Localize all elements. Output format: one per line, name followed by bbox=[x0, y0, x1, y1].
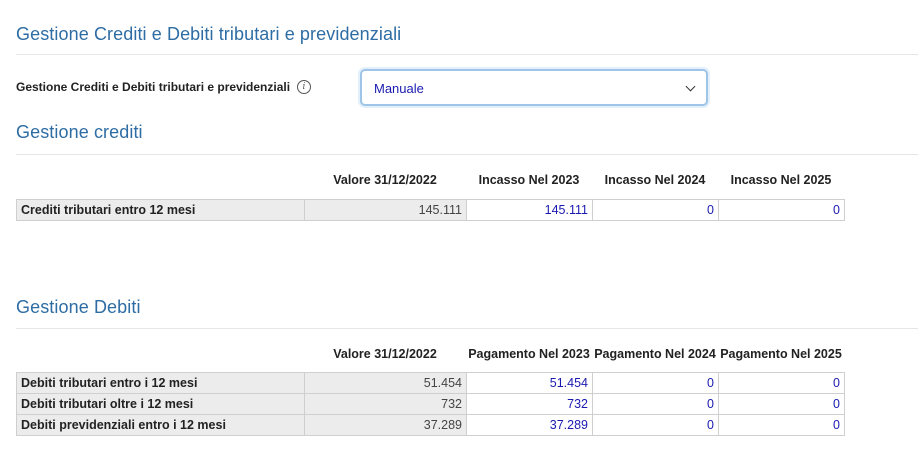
divider bbox=[16, 328, 918, 329]
pagamento-2025-input[interactable]: 0 bbox=[718, 414, 845, 436]
table-row: Debiti previdenziali entro i 12 mesi 37.… bbox=[16, 414, 845, 436]
pagamento-2023-input[interactable]: 732 bbox=[466, 393, 593, 415]
row-label: Debiti previdenziali entro i 12 mesi bbox=[16, 414, 305, 436]
incasso-2024-input[interactable]: 0 bbox=[592, 199, 719, 221]
debiti-header-2025: Pagamento Nel 2025 bbox=[720, 347, 842, 361]
select-value: Manuale bbox=[374, 81, 424, 96]
pagamento-2024-input[interactable]: 0 bbox=[592, 414, 719, 436]
gestione-select[interactable]: Manuale bbox=[360, 69, 708, 106]
row-label: Crediti tributari entro 12 mesi bbox=[16, 199, 305, 221]
incasso-2025-input[interactable]: 0 bbox=[718, 199, 845, 221]
chevron-down-icon bbox=[685, 81, 696, 92]
crediti-header-valore: Valore 31/12/2022 bbox=[333, 173, 437, 187]
divider bbox=[16, 54, 918, 55]
table-row: Debiti tributari entro i 12 mesi 51.454 … bbox=[16, 372, 845, 394]
valore-cell: 37.289 bbox=[304, 414, 467, 436]
row-label: Debiti tributari entro i 12 mesi bbox=[16, 372, 305, 394]
crediti-section-title: Gestione crediti bbox=[16, 122, 143, 142]
debiti-table: Debiti tributari entro i 12 mesi 51.454 … bbox=[16, 372, 845, 436]
pagamento-2024-input[interactable]: 0 bbox=[592, 393, 719, 415]
crediti-header-2024: Incasso Nel 2024 bbox=[604, 173, 706, 187]
valore-cell: 51.454 bbox=[304, 372, 467, 394]
pagamento-2025-input[interactable]: 0 bbox=[718, 372, 845, 394]
table-row: Crediti tributari entro 12 mesi 145.111 … bbox=[16, 199, 845, 221]
info-icon[interactable]: i bbox=[297, 80, 311, 94]
pagamento-2025-input[interactable]: 0 bbox=[718, 393, 845, 415]
debiti-header-2023: Pagamento Nel 2023 bbox=[468, 347, 590, 361]
crediti-table: Crediti tributari entro 12 mesi 145.111 … bbox=[16, 199, 845, 221]
divider bbox=[16, 154, 918, 155]
incasso-2023-input[interactable]: 145.111 bbox=[466, 199, 593, 221]
pagamento-2023-input[interactable]: 51.454 bbox=[466, 372, 593, 394]
gestione-field-label: Gestione Crediti e Debiti tributari e pr… bbox=[16, 80, 291, 94]
debiti-header-2024: Pagamento Nel 2024 bbox=[594, 347, 716, 361]
crediti-header-2025: Incasso Nel 2025 bbox=[730, 173, 832, 187]
debiti-header-valore: Valore 31/12/2022 bbox=[333, 347, 437, 361]
crediti-header-2023: Incasso Nel 2023 bbox=[478, 173, 580, 187]
valore-cell: 145.111 bbox=[304, 199, 467, 221]
row-label: Debiti tributari oltre i 12 mesi bbox=[16, 393, 305, 415]
valore-cell: 732 bbox=[304, 393, 467, 415]
debiti-section-title: Gestione Debiti bbox=[16, 297, 141, 317]
page-title: Gestione Crediti e Debiti tributari e pr… bbox=[16, 24, 402, 44]
pagamento-2023-input[interactable]: 37.289 bbox=[466, 414, 593, 436]
table-row: Debiti tributari oltre i 12 mesi 732 732… bbox=[16, 393, 845, 415]
pagamento-2024-input[interactable]: 0 bbox=[592, 372, 719, 394]
